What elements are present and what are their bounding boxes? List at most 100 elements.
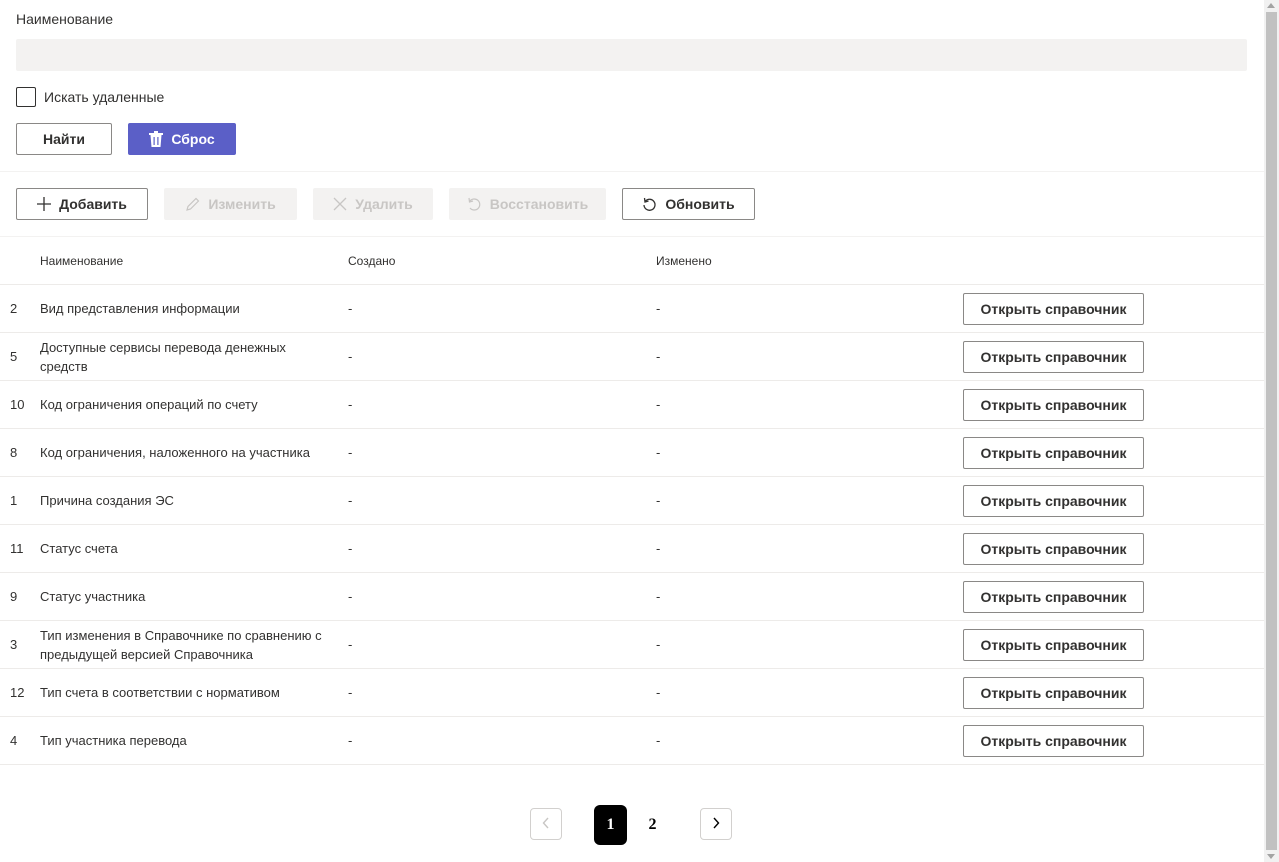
- column-header-created[interactable]: Создано: [348, 254, 395, 268]
- row-id: 1: [10, 493, 18, 508]
- row-created: -: [348, 397, 353, 412]
- table-row[interactable]: 3 Тип изменения в Справочнике по сравнен…: [0, 621, 1264, 669]
- find-button[interactable]: Найти: [16, 123, 112, 155]
- row-changed: -: [656, 685, 661, 700]
- table-row[interactable]: 10 Код ограничения операций по счету - -…: [0, 381, 1264, 429]
- row-changed: -: [656, 349, 661, 364]
- row-name: Код ограничения, наложенного на участник…: [40, 445, 310, 460]
- table-row[interactable]: 9 Статус участника - - Открыть справочни…: [0, 573, 1264, 621]
- row-id: 9: [10, 589, 18, 604]
- open-directory-button[interactable]: Открыть справочник: [963, 533, 1144, 565]
- row-changed: -: [656, 589, 661, 604]
- open-directory-button[interactable]: Открыть справочник: [963, 485, 1144, 517]
- find-button-label: Найти: [43, 131, 85, 147]
- main-content: Наименование Искать удаленные Найти Сбро…: [0, 0, 1264, 862]
- row-changed: -: [656, 301, 661, 316]
- row-changed: -: [656, 445, 661, 460]
- delete-button[interactable]: Удалить: [313, 188, 433, 220]
- prev-page-button[interactable]: [530, 808, 562, 840]
- open-directory-button[interactable]: Открыть справочник: [963, 437, 1144, 469]
- trash-icon: [149, 131, 164, 147]
- row-id: 10: [10, 397, 25, 412]
- row-name: Причина создания ЭС: [40, 493, 174, 508]
- refresh-icon: [642, 197, 657, 212]
- open-directory-button[interactable]: Открыть справочник: [963, 581, 1144, 613]
- row-id: 2: [10, 301, 18, 316]
- row-name: Код ограничения операций по счету: [40, 397, 258, 412]
- filter-divider: [0, 171, 1264, 172]
- row-created: -: [348, 589, 353, 604]
- row-id: 8: [10, 445, 18, 460]
- row-name: Статус счета: [40, 541, 118, 556]
- restore-button-label: Восстановить: [489, 196, 589, 212]
- search-deleted-checkbox-row[interactable]: Искать удаленные: [16, 86, 164, 108]
- row-id: 11: [10, 541, 24, 556]
- row-changed: -: [656, 493, 661, 508]
- column-header-name[interactable]: Наименование: [40, 254, 123, 268]
- row-created: -: [348, 637, 353, 652]
- refresh-button-label: Обновить: [665, 196, 735, 212]
- edit-button[interactable]: Изменить: [164, 188, 297, 220]
- row-changed: -: [656, 733, 661, 748]
- row-changed: -: [656, 397, 661, 412]
- row-created: -: [348, 301, 353, 316]
- table-row[interactable]: 8 Код ограничения, наложенного на участн…: [0, 429, 1264, 477]
- open-directory-button[interactable]: Открыть справочник: [963, 677, 1144, 709]
- chevron-right-icon: [712, 817, 720, 832]
- row-name: Тип изменения в Справочнике по сравнению…: [40, 627, 322, 662]
- plus-icon: [37, 197, 52, 211]
- scrollbar-thumb[interactable]: [1266, 12, 1277, 850]
- restore-button[interactable]: Восстановить: [449, 188, 606, 220]
- row-created: -: [348, 685, 353, 700]
- open-directory-button[interactable]: Открыть справочник: [963, 629, 1144, 661]
- next-page-button[interactable]: [700, 808, 732, 840]
- row-id: 12: [10, 685, 25, 700]
- close-icon: [333, 197, 347, 211]
- search-deleted-checkbox[interactable]: [16, 87, 36, 107]
- row-created: -: [348, 733, 353, 748]
- table-row[interactable]: 2 Вид представления информации - - Откры…: [0, 285, 1264, 333]
- refresh-button[interactable]: Обновить: [622, 188, 755, 220]
- table-row[interactable]: 1 Причина создания ЭС - - Открыть справо…: [0, 477, 1264, 525]
- table-row[interactable]: 11 Статус счета - - Открыть справочник: [0, 525, 1264, 573]
- reset-button-label: Сброс: [171, 131, 215, 147]
- vertical-scrollbar[interactable]: [1264, 0, 1279, 862]
- row-created: -: [348, 349, 353, 364]
- scroll-up-arrow-icon[interactable]: [1267, 3, 1275, 8]
- open-directory-button[interactable]: Открыть справочник: [963, 341, 1144, 373]
- table-row[interactable]: 5 Доступные сервисы перевода денежных ср…: [0, 333, 1264, 381]
- open-directory-button[interactable]: Открыть справочник: [963, 725, 1144, 757]
- row-created: -: [348, 493, 353, 508]
- add-button[interactable]: Добавить: [16, 188, 148, 220]
- row-name: Статус участника: [40, 589, 146, 604]
- row-name: Доступные сервисы перевода денежных сред…: [40, 339, 286, 374]
- open-directory-button[interactable]: Открыть справочник: [963, 293, 1144, 325]
- column-header-changed[interactable]: Изменено: [656, 254, 712, 268]
- row-name: Вид представления информации: [40, 301, 240, 316]
- toolbar-divider: [0, 236, 1264, 237]
- open-directory-button[interactable]: Открыть справочник: [963, 389, 1144, 421]
- page-number[interactable]: 2: [636, 805, 669, 845]
- row-created: -: [348, 445, 353, 460]
- row-id: 5: [10, 349, 18, 364]
- search-deleted-label: Искать удаленные: [44, 89, 165, 105]
- row-changed: -: [656, 541, 661, 556]
- row-id: 4: [10, 733, 18, 748]
- delete-button-label: Удалить: [355, 196, 413, 212]
- page-number-current[interactable]: 1: [594, 805, 627, 845]
- chevron-left-icon: [542, 817, 550, 832]
- pencil-icon: [185, 197, 200, 212]
- name-search-input[interactable]: [16, 39, 1247, 71]
- table-row[interactable]: 12 Тип счета в соответствии с нормативом…: [0, 669, 1264, 717]
- undo-icon: [467, 197, 482, 212]
- reset-button[interactable]: Сброс: [128, 123, 236, 155]
- row-id: 3: [10, 637, 18, 652]
- edit-button-label: Изменить: [208, 196, 276, 212]
- row-changed: -: [656, 637, 661, 652]
- row-name: Тип счета в соответствии с нормативом: [40, 685, 280, 700]
- add-button-label: Добавить: [59, 196, 127, 212]
- scroll-down-arrow-icon[interactable]: [1267, 854, 1275, 859]
- table-row[interactable]: 4 Тип участника перевода - - Открыть спр…: [0, 717, 1264, 765]
- row-name: Тип участника перевода: [40, 733, 187, 748]
- name-field-label: Наименование: [16, 11, 114, 27]
